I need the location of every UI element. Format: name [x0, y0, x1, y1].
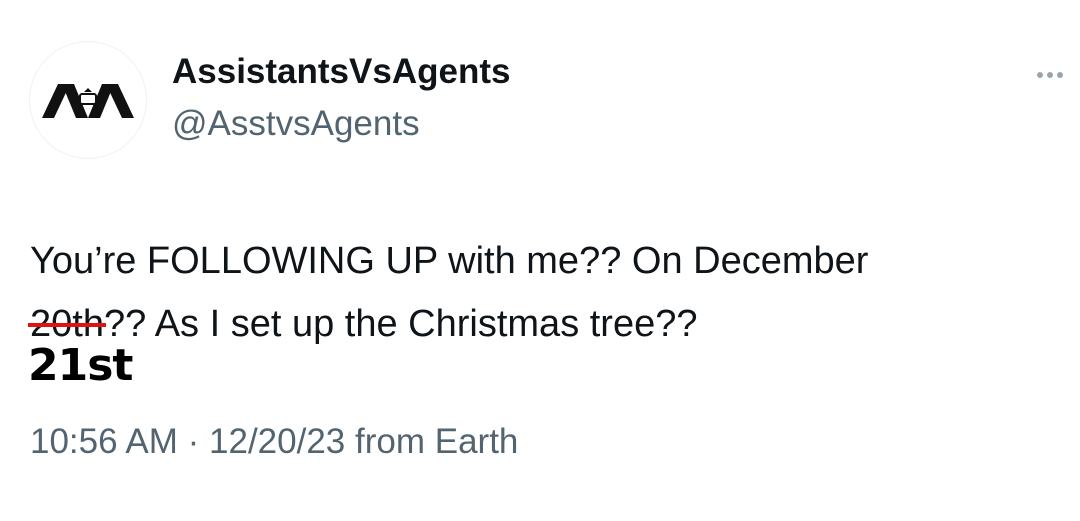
- tweet-meta: 10:56 AM · 12/20/23 from Earth: [30, 422, 518, 462]
- strikethrough-mark: [28, 322, 106, 327]
- tweet-time[interactable]: 10:56 AM: [30, 422, 178, 461]
- more-horizontal-icon: [1037, 72, 1043, 78]
- tweet-source: from Earth: [355, 422, 519, 461]
- more-options-button[interactable]: [1026, 62, 1074, 88]
- meta-separator: ·: [187, 422, 200, 461]
- handwritten-correction: 21st: [28, 340, 133, 391]
- tweet-text: You’re FOLLOWING UP with me?? On Decembe…: [28, 230, 1070, 356]
- tweet-line-2: 20th?? As I set up the Christmas tree??: [28, 293, 1070, 356]
- ava-logo-icon: [42, 84, 134, 118]
- tweet-line-1: You’re FOLLOWING UP with me?? On Decembe…: [30, 240, 869, 282]
- avatar[interactable]: [30, 42, 146, 158]
- more-horizontal-icon: [1047, 72, 1053, 78]
- tweet-date[interactable]: 12/20/23: [209, 422, 345, 461]
- user-handle[interactable]: @AsstvsAgents: [172, 104, 420, 144]
- tweet-line-2-rest: ?? As I set up the Christmas tree??: [103, 303, 698, 345]
- display-name[interactable]: AssistantsVsAgents: [172, 52, 510, 92]
- more-horizontal-icon: [1057, 72, 1063, 78]
